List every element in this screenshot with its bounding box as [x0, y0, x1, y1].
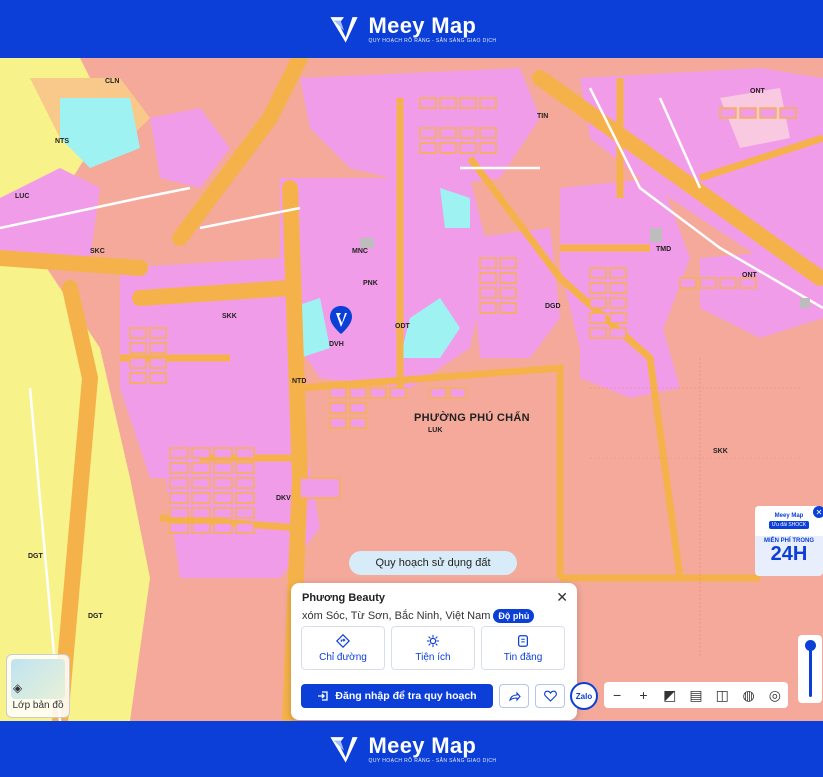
login-to-check-planning-button[interactable]: Đăng nhập để tra quy hoạch — [301, 684, 493, 708]
zone-label: SKK — [222, 313, 237, 320]
zone-label: LUC — [15, 193, 30, 200]
ward-label: PHƯỜNG PHÚ CHẨN — [414, 412, 530, 424]
footer-brand-tagline: QUY HOẠCH RÕ RÀNG - SẴN SÀNG GIAO DỊCH — [368, 758, 497, 764]
share-button[interactable] — [499, 684, 529, 708]
layers-icon: ◈ — [13, 681, 23, 695]
zone-label: MNC — [352, 248, 368, 255]
close-icon[interactable]: ✕ — [556, 589, 568, 606]
promo-brand: Meey Map — [774, 513, 804, 519]
share-icon — [508, 691, 521, 701]
app-frame: Meey Map QUY HOẠCH RÕ RÀNG - SẴN SÀNG GI… — [0, 0, 823, 777]
place-address-row: xóm Sóc, Từ Sơn, Bắc Ninh, Việt Nam Độ p… — [302, 609, 566, 623]
utilities-icon — [426, 634, 440, 647]
promo-banner[interactable]: Meey Map Ưu đãi SHOCK MIỄN PHÍ TRONG 24H — [755, 506, 823, 576]
meey-logo-icon — [329, 17, 358, 43]
zalo-chat-button[interactable]: Zalo — [570, 682, 598, 710]
zone-label: DGT — [88, 613, 103, 620]
zone-label: NTD — [292, 378, 307, 385]
listing-icon — [518, 634, 528, 647]
brand-name: Meey Map — [368, 13, 477, 38]
bottom-footer: Meey Map QUY HOẠCH RÕ RÀNG - SẴN SÀNG GI… — [0, 721, 823, 777]
zone-label: LUK — [428, 427, 443, 434]
promo-close-icon[interactable]: ✕ — [813, 506, 823, 518]
zone-label: ONT — [742, 272, 757, 279]
map-toolbar: − + ◩ ▤ ◫ ◍ ◎ — [604, 682, 788, 708]
login-cta-label: Đăng nhập để tra quy hoạch — [335, 690, 477, 702]
heart-icon — [543, 690, 557, 702]
split-view-icon[interactable]: ◫ — [712, 687, 732, 704]
coverage-badge[interactable]: Độ phủ — [493, 609, 535, 623]
utilities-button[interactable]: Tiện ích — [391, 626, 475, 670]
login-icon — [318, 691, 329, 701]
zone-label: PNK — [363, 280, 378, 287]
zone-label: CLN — [105, 78, 120, 85]
utilities-label: Tiện ích — [415, 651, 451, 663]
zoom-slider-handle[interactable] — [805, 640, 816, 651]
cta-row: Đăng nhập để tra quy hoạch — [301, 684, 565, 708]
promo-duration: 24H — [770, 543, 808, 565]
zoom-slider-track — [809, 645, 812, 697]
directions-icon — [336, 633, 350, 648]
ruler-icon[interactable]: ◩ — [660, 687, 680, 704]
zone-label: SKC — [90, 248, 105, 255]
listings-button[interactable]: Tin đăng — [481, 626, 565, 670]
directions-label: Chỉ đường — [319, 651, 367, 663]
map-layers-label: Lớp bản đồ — [12, 700, 64, 711]
place-title: Phương Beauty — [302, 592, 386, 604]
zone-label: DVH — [329, 341, 344, 348]
footer-brand-name: Meey Map — [368, 733, 477, 758]
land-use-planning-button[interactable]: Quy hoạch sử dụng đất — [349, 551, 517, 575]
zoom-out-icon[interactable]: − — [607, 687, 627, 703]
meey-logo-icon — [329, 737, 358, 763]
zone-label: ODT — [395, 323, 410, 330]
zone-label: DGT — [28, 553, 43, 560]
brand-logo[interactable]: Meey Map QUY HOẠCH RÕ RÀNG - SẴN SÀNG GI… — [327, 12, 497, 46]
location-pin-icon[interactable] — [329, 305, 353, 335]
zoom-slider[interactable] — [798, 635, 822, 703]
zone-label: DGD — [545, 303, 561, 310]
zoom-in-icon[interactable]: + — [633, 687, 653, 703]
brand-tagline: QUY HOẠCH RÕ RÀNG - SẴN SÀNG GIAO DỊCH — [368, 38, 497, 44]
listings-label: Tin đăng — [503, 651, 543, 663]
globe-icon[interactable]: ◍ — [739, 687, 759, 704]
directions-button[interactable]: Chỉ đường — [301, 626, 385, 670]
top-header: Meey Map QUY HOẠCH RÕ RÀNG - SẴN SÀNG GI… — [0, 0, 823, 58]
zone-label: TIN — [537, 113, 549, 120]
zone-label: DKV — [276, 495, 291, 502]
place-info-card: Phương Beauty xóm Sóc, Từ Sơn, Bắc Ninh,… — [291, 583, 577, 720]
promo-deal: Ưu đãi SHOCK — [768, 521, 810, 529]
zone-label: ONT — [750, 88, 765, 95]
my-location-icon[interactable]: ◎ — [765, 687, 785, 704]
footer-brand-logo[interactable]: Meey Map QUY HOẠCH RÕ RÀNG - SẴN SÀNG GI… — [327, 732, 497, 766]
favorite-button[interactable] — [535, 684, 565, 708]
place-address: xóm Sóc, Từ Sơn, Bắc Ninh, Việt Nam — [302, 610, 491, 622]
planning-map[interactable]: CLN LUC SKC NTS SKK ODT DGD SKK ONT ONT … — [0, 58, 823, 721]
zone-label: NTS — [55, 138, 69, 145]
place-actions: Chỉ đường Tiện ích Tin đăng — [301, 626, 565, 670]
zone-label: TMD — [656, 246, 672, 253]
map-layers-button[interactable]: ◈ Lớp bản đồ — [6, 654, 70, 718]
layers-stack-icon[interactable]: ▤ — [686, 687, 706, 704]
zone-label: SKK — [713, 448, 728, 455]
